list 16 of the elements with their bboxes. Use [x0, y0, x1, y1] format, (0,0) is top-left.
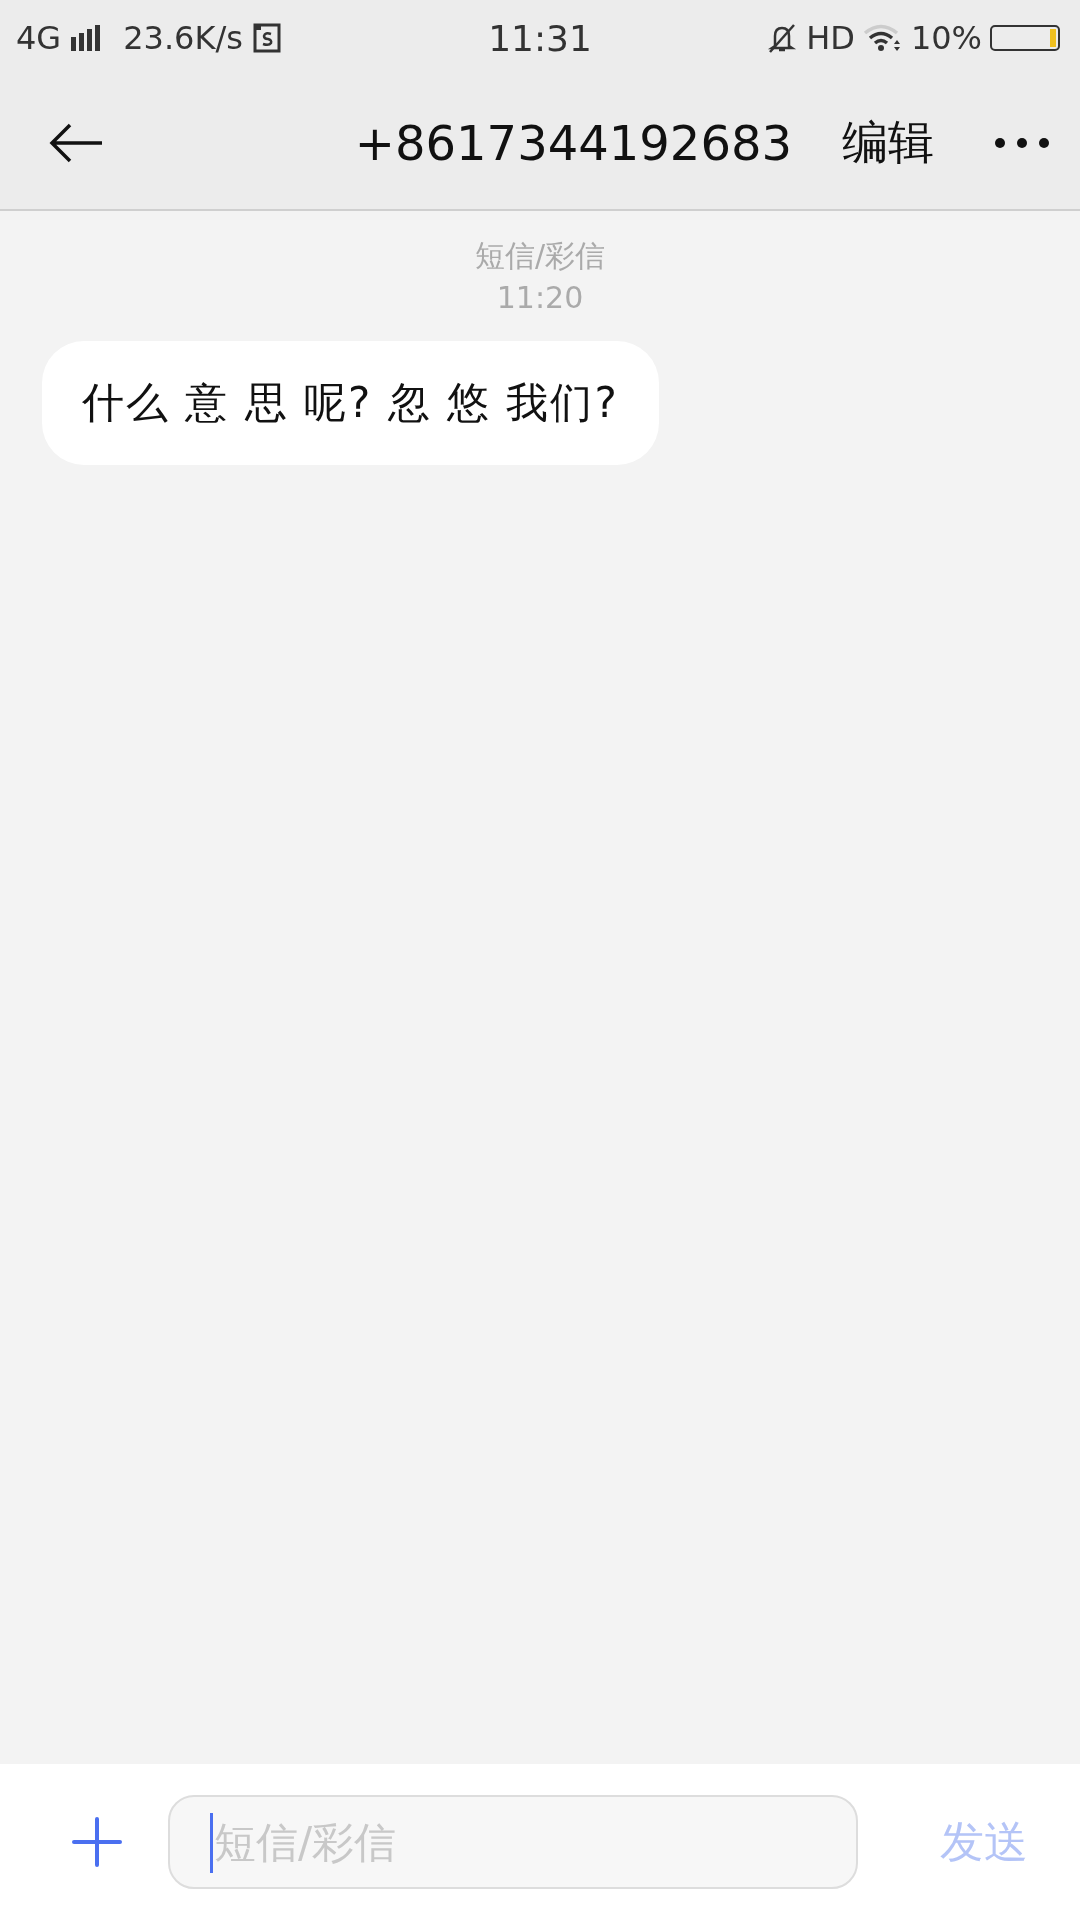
edit-button[interactable]: 编辑: [842, 111, 934, 174]
back-arrow-icon[interactable]: [48, 122, 104, 163]
battery-percent: 10%: [910, 19, 982, 57]
signal-icon: [71, 25, 102, 51]
hd-indicator: HD: [806, 19, 855, 57]
message-bubble: 什么 意 思 呢? 忽 悠 我们?: [42, 341, 659, 465]
wifi-icon: [862, 24, 903, 52]
message-type-label: 短信/彩信: [474, 237, 606, 275]
plus-icon[interactable]: [72, 1817, 122, 1867]
network-type: 4G: [16, 19, 62, 57]
contact-number: +8617344192683: [354, 114, 792, 171]
message-time: 11:20: [496, 279, 584, 317]
clock: 11:31: [488, 17, 592, 59]
more-icon[interactable]: [994, 136, 1050, 149]
network-speed: 23.6K/s: [123, 19, 243, 57]
sim-icon: [252, 23, 281, 53]
